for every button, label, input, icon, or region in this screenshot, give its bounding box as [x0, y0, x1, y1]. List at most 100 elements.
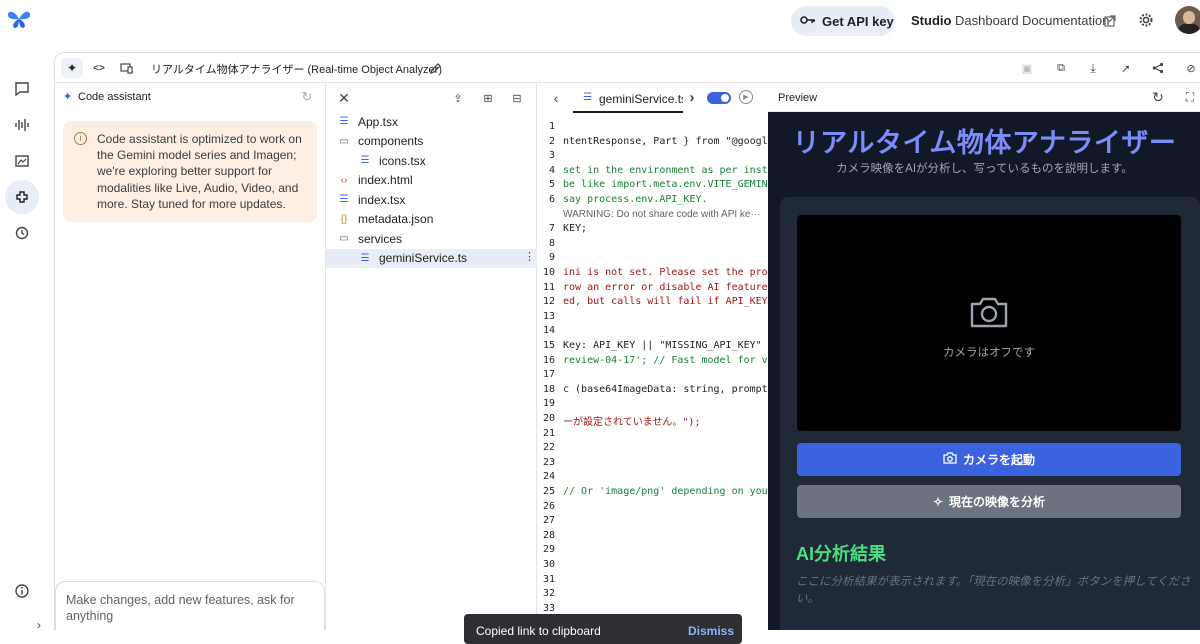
device-preview-icon[interactable] [116, 58, 136, 78]
hide-code-icon[interactable]: ⊘ [1183, 60, 1199, 76]
lines-icon: ☰ [360, 252, 370, 264]
analyze-frame-button[interactable]: ✧ 現在の映像を分析 [797, 485, 1181, 518]
upload-file-icon[interactable]: ⇪ [450, 90, 466, 106]
live-toggle[interactable] [707, 92, 731, 104]
file-tree-item[interactable]: ☰ icons.tsx [326, 151, 537, 170]
code-line: ed, but calls will fail if API_KEY [563, 296, 768, 308]
new-file-icon[interactable]: ⊞ [480, 90, 496, 106]
toast-dismiss-button[interactable]: Dismiss [688, 624, 734, 638]
code-line: ntentResponse, Part } from "@google [563, 135, 768, 147]
download-icon[interactable]: ⤓ [1085, 60, 1101, 76]
code-line: set in the environment as per inst [563, 164, 768, 176]
deploy-rocket-icon[interactable]: ➚ [1118, 60, 1134, 76]
line-number: 31 [542, 573, 555, 585]
share-icon[interactable] [1150, 60, 1166, 76]
file-tree-item[interactable]: ☰ geminiService.ts [326, 248, 537, 268]
media-icon[interactable] [5, 144, 39, 178]
top-bar: Get API key Studio Dashboard Documentati… [0, 0, 1200, 52]
assistant-notice: i Code assistant is optimized to work on… [63, 121, 317, 222]
start-camera-button[interactable]: カメラを起動 [797, 443, 1181, 476]
assistant-title: Code assistant [78, 91, 151, 103]
editor-tab-label: geminiService.ts [599, 92, 683, 106]
line-number: 23 [542, 456, 555, 468]
result-card: AI分析結果 ここに分析結果が表示されます。「現在の映像を分析」ボタンを押してく… [780, 524, 1200, 630]
assistant-prompt-input[interactable]: Make changes, add new features, ask for … [55, 581, 325, 630]
editor-tab[interactable]: ☰ geminiService.ts [573, 83, 683, 113]
line-number: 20 [542, 413, 555, 424]
lines-icon: ☰ [360, 155, 370, 166]
save-to-drive-icon[interactable]: ⧉ [1053, 60, 1069, 76]
code-line: // Or 'image/png' depending on your [563, 486, 768, 497]
file-tree-item[interactable]: ‹› index.html [326, 171, 537, 190]
file-tree-item[interactable]: ▭ services [326, 229, 537, 248]
line-number: 9 [548, 252, 555, 264]
line-number: 17 [542, 369, 555, 381]
file-tree-item[interactable]: ▭ components [326, 132, 537, 151]
tab-forward-chevron-icon[interactable]: › [685, 89, 699, 106]
edit-pencil-icon[interactable] [427, 60, 443, 76]
build-apps-icon[interactable] [5, 180, 39, 214]
audio-wave-icon[interactable] [5, 108, 39, 142]
code-line: Key: API_KEY || "MISSING_API_KEY" } [563, 340, 768, 351]
preview-app-subtitle: カメラ映像をAIが分析し、写っているものを説明します。 [836, 163, 1133, 175]
get-api-key-button[interactable]: Get API key [791, 6, 895, 36]
external-link-icon [1104, 14, 1116, 32]
line-number: 27 [542, 515, 555, 527]
file-tree-panel: ✕ ⇪ ⊞ ⊟ ☰ App.tsx ▭ components ☰ icons.tsx ‹› i… [326, 83, 537, 630]
file-tree-label: index.html [358, 173, 413, 187]
user-avatar[interactable] [1175, 6, 1200, 34]
code-view-icon[interactable]: <> [89, 58, 109, 78]
api-key-warning: WARNING: Do not share code with API ke··… [563, 208, 761, 220]
camera-small-icon [943, 452, 957, 467]
line-number: 2 [548, 135, 555, 147]
sparkle-icon[interactable]: ✦ [61, 58, 83, 78]
line-number: 13 [542, 310, 555, 322]
code-line: review-04-17'; // Fast model for vi [563, 354, 768, 366]
nav-dashboard[interactable]: Dashboard [955, 13, 1019, 28]
file-tree-item[interactable]: {} metadata.json [326, 210, 537, 229]
preview-app-title: リアルタイム物体アナライザー [792, 128, 1177, 158]
line-number: 29 [542, 544, 555, 556]
line-number: 26 [542, 500, 555, 512]
gemini-logo[interactable] [7, 9, 31, 29]
file-tree-label: App.tsx [358, 114, 399, 129]
toast-text: Copied link to clipboard [476, 624, 601, 638]
line-number: 18 [542, 383, 555, 395]
code-assistant-panel: ✦ Code assistant ↻ i Code assistant is o… [55, 83, 326, 630]
nav-documentation[interactable]: Documentation [1022, 13, 1109, 28]
new-folder-icon[interactable]: ⊟ [509, 90, 525, 106]
line-number: 33 [542, 602, 555, 614]
chat-icon[interactable] [5, 72, 39, 106]
camera-icon [969, 295, 1009, 334]
info-icon[interactable] [5, 574, 39, 608]
preview-panel: Preview ↻ ⛶ リアルタイム物体アナライザー カメラ映像をAIが分析し、… [768, 83, 1200, 630]
folder-icon: ▭ [339, 233, 349, 244]
nav-studio[interactable]: Studio [911, 13, 951, 28]
folder-icon: ▭ [339, 135, 349, 147]
start-camera-label: カメラを起動 [962, 453, 1035, 467]
reload-icon[interactable]: ↻ [1150, 89, 1166, 105]
line-number: 12 [542, 296, 555, 308]
file-tree-item[interactable]: ☰ index.tsx [326, 190, 537, 209]
line-number: 22 [542, 442, 555, 454]
code-editor: ‹ ☰ geminiService.ts › ▶ 1 2 ntentResponse… [537, 83, 768, 630]
left-rail: › [0, 52, 54, 632]
close-icon[interactable]: ✕ [336, 90, 352, 106]
history-icon[interactable] [5, 216, 39, 250]
refresh-icon[interactable]: ↻ [299, 89, 315, 105]
settings-gear-icon[interactable] [1137, 11, 1155, 29]
run-play-icon[interactable]: ▶ [739, 90, 753, 104]
line-number: 14 [542, 325, 555, 337]
key-icon [800, 14, 816, 29]
fullscreen-icon[interactable]: ⛶ [1182, 89, 1198, 105]
file-menu-icon[interactable]: ⋮ [524, 250, 535, 263]
tab-back-chevron-icon[interactable]: ‹ [549, 90, 563, 106]
app-header: ✦ <> リアルタイム物体アナライザー (Real-time Object An… [55, 53, 1200, 83]
line-number: 11 [542, 281, 555, 293]
line-number: 16 [542, 354, 555, 366]
file-tree-label: services [358, 231, 403, 246]
line-number: 21 [542, 427, 555, 439]
preview-header: Preview ↻ ⛶ [768, 83, 1200, 112]
line-number: 5 [548, 179, 555, 191]
file-tree-item[interactable]: ☰ App.tsx [326, 112, 537, 131]
